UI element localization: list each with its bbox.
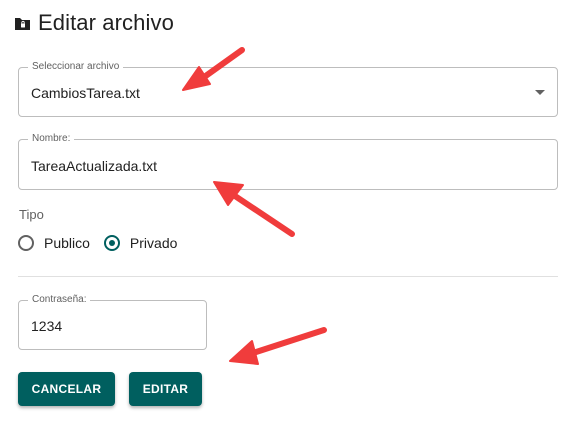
tipo-radio-group: Publico Privado — [18, 233, 177, 253]
radio-publico[interactable]: Publico — [18, 235, 90, 251]
radio-privado-label[interactable]: Privado — [130, 235, 177, 251]
divider — [18, 276, 558, 277]
name-field-value[interactable]: TareaActualizada.txt — [31, 158, 157, 174]
page-header: Editar archivo — [14, 8, 174, 38]
cancel-button[interactable]: CANCELAR — [18, 372, 115, 406]
chevron-down-icon[interactable] — [535, 90, 545, 95]
password-field-value[interactable]: 1234 — [31, 318, 62, 334]
radio-publico-circle[interactable] — [18, 235, 34, 251]
edit-button[interactable]: EDITAR — [129, 372, 202, 406]
page-title: Editar archivo — [38, 10, 174, 35]
edit-file-dialog: Editar archivo Seleccionar archivo Cambi… — [0, 0, 569, 424]
password-field-label: Contraseña: — [28, 294, 91, 306]
folder-lock-icon — [14, 15, 31, 32]
annotation-arrow-password — [247, 327, 327, 357]
file-select-value: CambiosTarea.txt — [31, 85, 140, 101]
annotation-arrow-name — [229, 191, 295, 237]
name-field-label: Nombre: — [28, 133, 75, 145]
tipo-label: Tipo — [19, 207, 44, 222]
name-field[interactable]: Nombre: TareaActualizada.txt — [18, 133, 558, 190]
file-select[interactable]: Seleccionar archivo CambiosTarea.txt — [18, 61, 558, 117]
radio-privado-circle[interactable] — [103, 235, 120, 251]
password-field[interactable]: Contraseña: 1234 — [18, 294, 207, 350]
radio-privado[interactable]: Privado — [103, 235, 177, 251]
file-select-label: Seleccionar archivo — [28, 61, 124, 73]
radio-publico-label[interactable]: Publico — [44, 235, 90, 251]
